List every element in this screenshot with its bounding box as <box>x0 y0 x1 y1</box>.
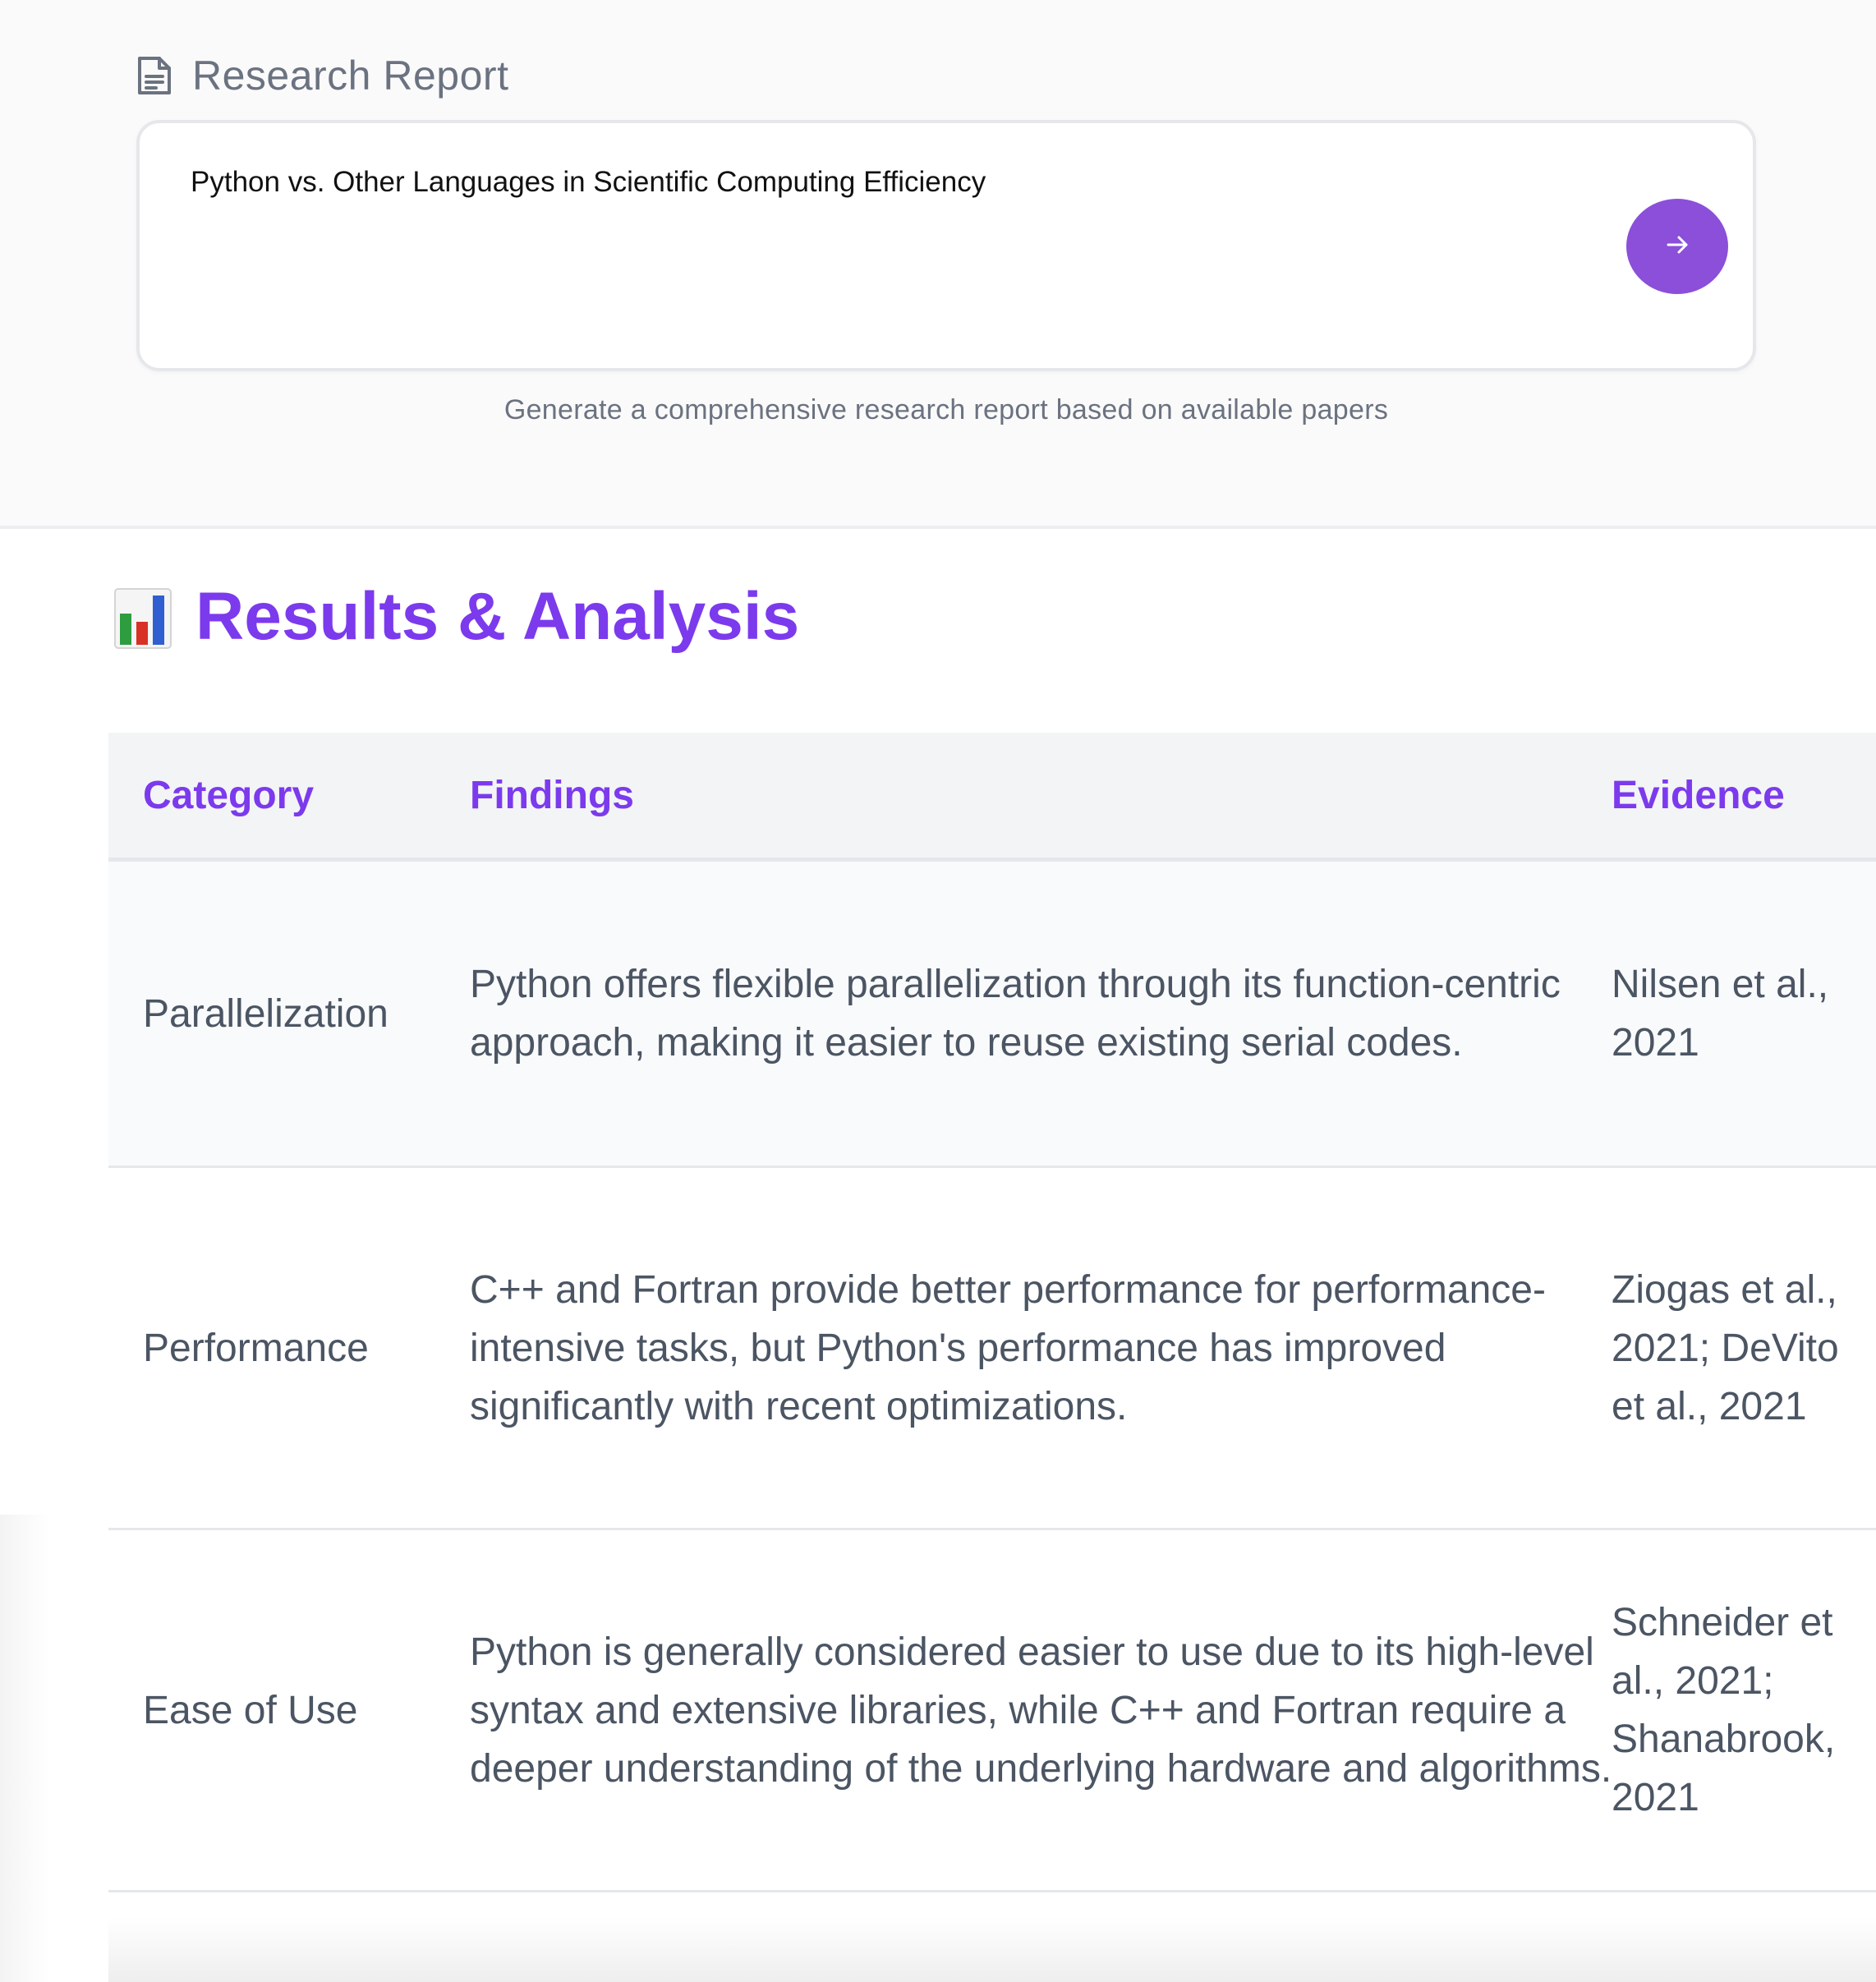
results-table: Category Findings Evidence Parallelizati… <box>108 733 1876 1892</box>
submit-button[interactable] <box>1626 199 1728 294</box>
report-title: Research Report <box>192 53 509 99</box>
table-bottom-edge <box>108 1917 1876 1982</box>
cell-findings: C++ and Fortran provide better performan… <box>470 1267 1546 1428</box>
column-header-category: Category <box>143 773 315 817</box>
results-title: Results & Analysis <box>195 579 800 654</box>
query-input[interactable]: Python vs. Other Languages in Scientific… <box>136 120 1756 371</box>
results-section: Results & Analysis Category Findings Evi… <box>0 529 1876 1982</box>
report-input-section: Research Report Python vs. Other Languag… <box>0 0 1876 526</box>
query-text[interactable]: Python vs. Other Languages in Scientific… <box>191 166 986 199</box>
cell-evidence: Ziogas et al., 2021; DeVito et al., 2021 <box>1612 1267 1839 1428</box>
cell-category: Performance <box>143 1326 369 1370</box>
cell-findings: Python is generally considered easier to… <box>470 1630 1612 1791</box>
hint-text: Generate a comprehensive research report… <box>503 394 1389 425</box>
column-header-evidence: Evidence <box>1612 773 1785 817</box>
arrow-right-icon <box>1663 231 1691 263</box>
document-icon <box>136 55 172 96</box>
table-row: Parallelization Python offers flexible p… <box>108 862 1876 1168</box>
table-row: Performance C++ and Fortran provide bett… <box>108 1168 1876 1530</box>
results-heading: Results & Analysis <box>113 578 799 655</box>
bar-chart-icon <box>113 584 172 650</box>
report-header: Research Report <box>136 51 508 100</box>
cell-category: Parallelization <box>143 991 389 1036</box>
left-shadow <box>0 1515 49 1982</box>
cell-findings: Python offers flexible parallelization t… <box>470 963 1561 1065</box>
cell-evidence: Schneider et al., 2021; Shanabrook, 2021 <box>1612 1601 1836 1819</box>
table-row: Ease of Use Python is generally consider… <box>108 1530 1876 1892</box>
column-header-findings: Findings <box>470 773 634 817</box>
cell-category: Ease of Use <box>143 1688 358 1732</box>
table-header: Category Findings Evidence <box>108 733 1876 862</box>
cell-evidence: Nilsen et al., 2021 <box>1612 963 1829 1065</box>
